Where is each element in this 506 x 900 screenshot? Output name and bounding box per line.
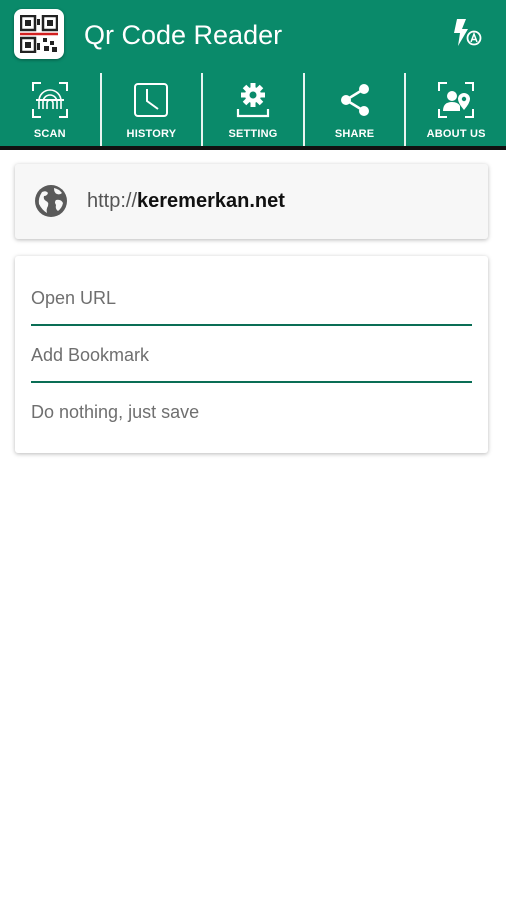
setting-icon: [234, 81, 272, 119]
add-bookmark-option[interactable]: Add Bookmark: [31, 345, 472, 366]
about-us-icon: [437, 81, 475, 119]
tab-history[interactable]: HISTORY: [99, 73, 202, 146]
tab-label: SHARE: [334, 128, 375, 140]
tab-setting[interactable]: SETTING: [201, 73, 303, 146]
flash-auto-button[interactable]: [450, 16, 484, 50]
tab-bar-divider: [0, 146, 506, 150]
tab-label: SCAN: [33, 128, 66, 140]
divider: [31, 324, 472, 326]
url-prefix: http://: [87, 190, 138, 212]
tab-scan[interactable]: SCAN: [0, 73, 100, 146]
url-domain: keremerkan.net: [137, 190, 285, 212]
tab-label: SETTING: [228, 128, 278, 140]
scan-result-card: http://keremerkan.net: [15, 164, 488, 239]
tab-share[interactable]: SHARE: [302, 73, 405, 146]
do-nothing-option[interactable]: Do nothing, just save: [31, 402, 472, 423]
tab-label: ABOUT US: [426, 128, 486, 140]
globe-icon: [35, 185, 67, 217]
scan-icon: [31, 81, 69, 119]
tab-about-us[interactable]: ABOUT US: [404, 73, 506, 146]
app-bar: Qr Code Reader: [0, 0, 506, 73]
history-icon: [132, 81, 170, 119]
open-url-option[interactable]: Open URL: [31, 288, 472, 309]
divider: [31, 381, 472, 383]
scanned-url[interactable]: http://keremerkan.net: [87, 190, 285, 213]
share-icon: [336, 81, 374, 119]
action-options-card: Open URL Add Bookmark Do nothing, just s…: [15, 256, 488, 453]
qr-code-app-icon: [14, 9, 64, 59]
tab-label: HISTORY: [126, 128, 177, 140]
app-title: Qr Code Reader: [84, 20, 283, 50]
tab-bar: SCAN HISTORY SETTING SHARE ABOUT US: [0, 73, 506, 146]
flash-auto-icon: [454, 19, 482, 46]
